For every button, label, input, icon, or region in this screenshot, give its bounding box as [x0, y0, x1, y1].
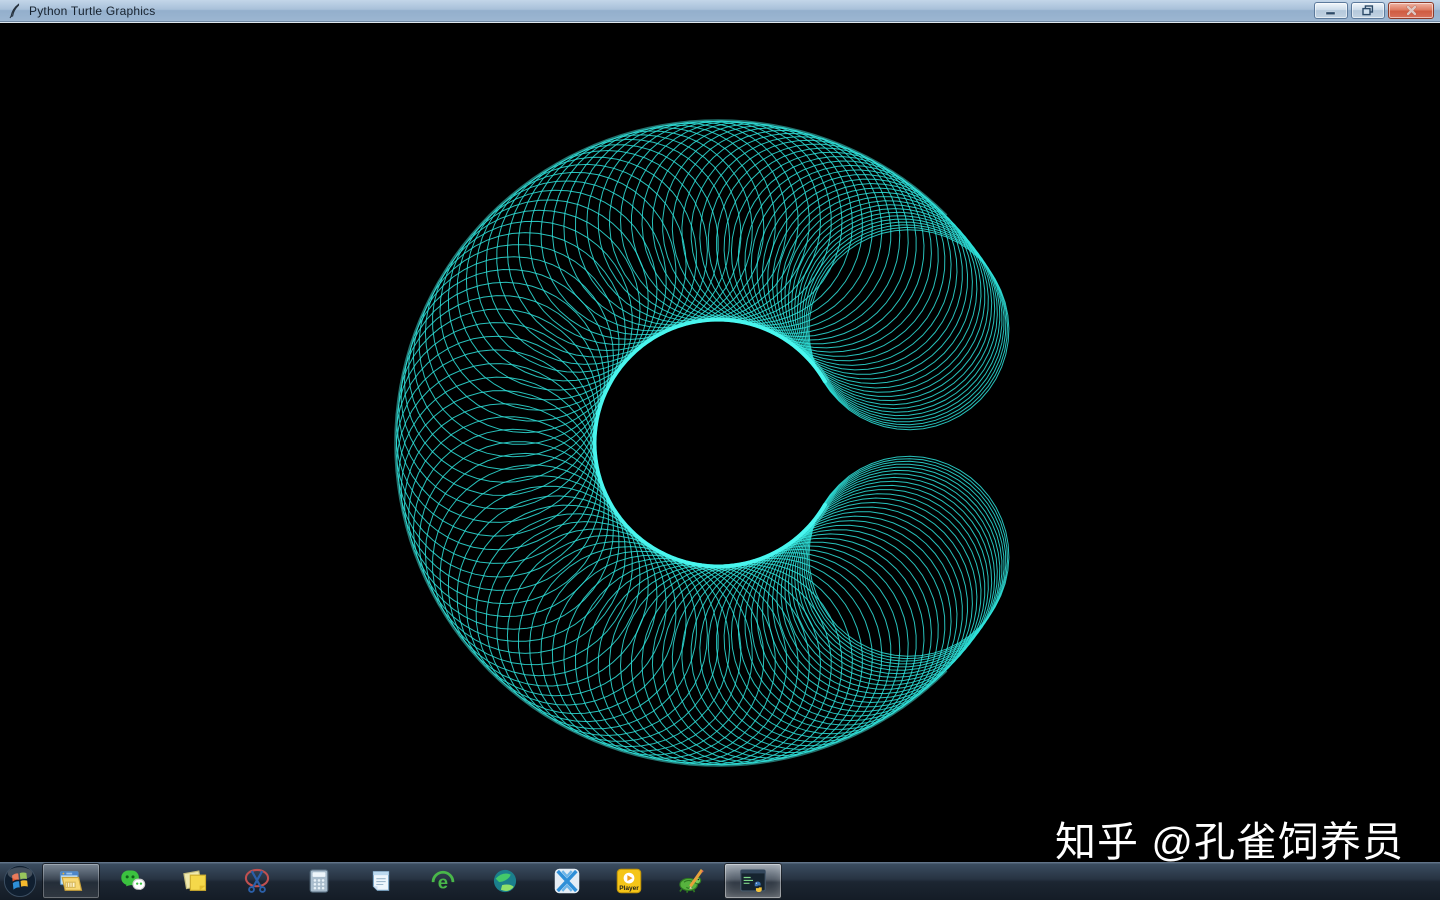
watermark: 知乎 @孔雀饲养员 — [1054, 819, 1404, 865]
start-button[interactable] — [0, 862, 40, 900]
tk-feather-icon — [7, 2, 23, 19]
taskbar-apps: e Player — [40, 862, 784, 900]
taskbar-app-notepad[interactable] — [352, 863, 410, 899]
spirograph-drawing — [394, 119, 1010, 767]
taskbar-app-windows-explorer[interactable] — [42, 863, 100, 899]
taskbar-app-thunder-xunlei[interactable] — [538, 863, 596, 899]
taskbar-app-wechat[interactable] — [104, 863, 162, 899]
taskbar: ePlayer CH 下午 8:30 2018/9/22 星期六 — [0, 862, 1440, 900]
desktop-screen: Python Turtle Graphics 知乎 @孔雀饲养员 e Playe… — [0, 0, 1440, 900]
window-title: Python Turtle Graphics — [29, 3, 156, 18]
window-titlebar: Python Turtle Graphics — [0, 0, 1440, 22]
turtle-canvas — [0, 22, 1440, 862]
taskbar-app-turtle-editor[interactable] — [662, 863, 720, 899]
taskbar-app-python-console[interactable] — [724, 863, 782, 899]
taskbar-app-globe-browser[interactable] — [476, 863, 534, 899]
taskbar-app-sticky-notes[interactable] — [166, 863, 224, 899]
svg-text:e: e — [438, 872, 448, 893]
minimize-button[interactable] — [1314, 2, 1348, 19]
taskbar-app-calculator[interactable] — [290, 863, 348, 899]
svg-text:Player: Player — [619, 885, 639, 892]
close-button[interactable] — [1388, 2, 1434, 19]
taskbar-app-green-e-browser[interactable]: e — [414, 863, 472, 899]
restore-button[interactable] — [1351, 2, 1385, 19]
taskbar-app-media-player[interactable]: Player — [600, 863, 658, 899]
taskbar-app-snipping-tool[interactable] — [228, 863, 286, 899]
